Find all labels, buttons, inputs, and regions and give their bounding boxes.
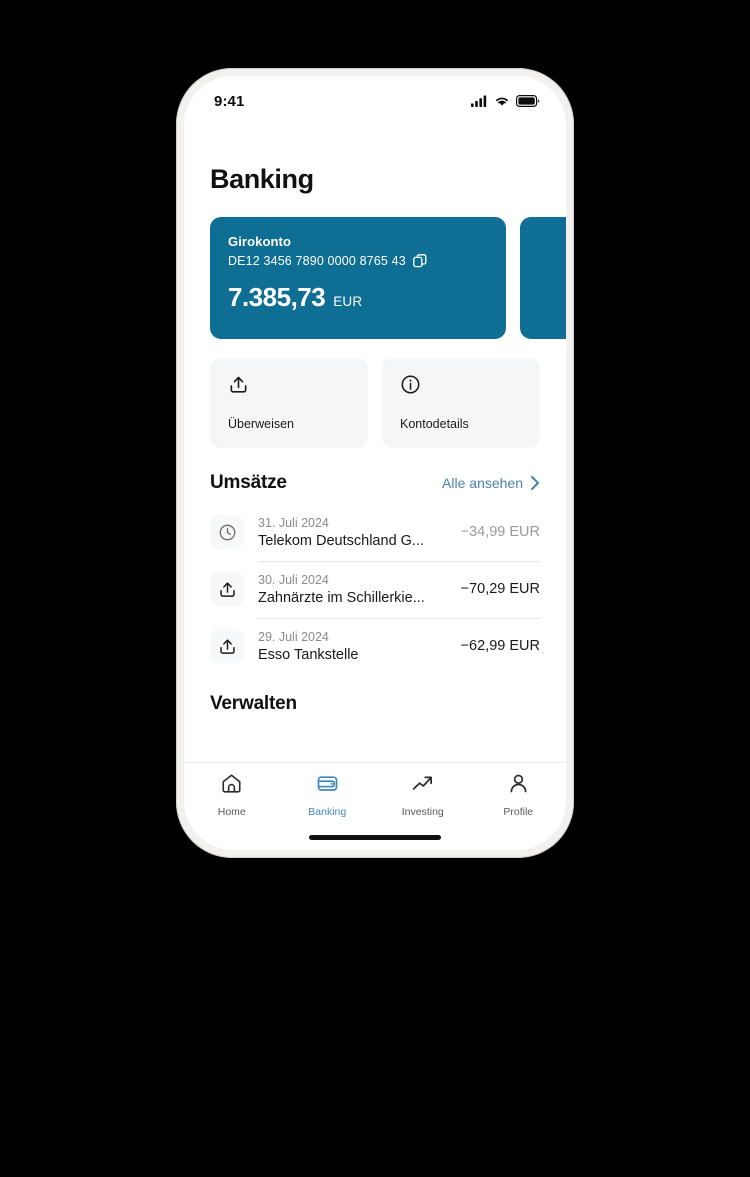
account-name: Girokonto bbox=[228, 234, 292, 249]
share-export-icon bbox=[210, 629, 244, 663]
account-balance-row: 7.385,73 EUR bbox=[228, 282, 488, 313]
bottom-tab-bar: Home Banking Investing Profile bbox=[184, 762, 566, 824]
home-icon bbox=[220, 772, 243, 800]
share-export-icon bbox=[210, 572, 244, 606]
tab-banking[interactable]: Banking bbox=[280, 772, 376, 818]
table-row[interactable]: 31. Juli 2024 Telekom Deutschland G... −… bbox=[210, 504, 540, 561]
tab-label: Banking bbox=[308, 806, 347, 818]
account-iban: DE12 3456 7890 0000 8765 43 bbox=[228, 254, 406, 268]
action-tile-kontodetails[interactable]: Kontodetails bbox=[382, 358, 540, 448]
tab-label: Investing bbox=[401, 806, 444, 818]
app-screen: 9:41 Banking Girokonto DE12 3456 7890 00… bbox=[184, 76, 566, 850]
account-iban-row[interactable]: DE12 3456 7890 0000 8765 43 bbox=[228, 254, 488, 268]
transaction-main: 29. Juli 2024 Esso Tankstelle bbox=[258, 630, 447, 663]
tab-label: Home bbox=[217, 806, 246, 818]
phone-frame: 9:41 Banking Girokonto DE12 3456 7890 00… bbox=[176, 68, 574, 858]
transaction-main: 30. Juli 2024 Zahnärzte im Schillerkie..… bbox=[258, 573, 447, 606]
info-circle-icon bbox=[400, 374, 540, 398]
person-icon bbox=[507, 772, 530, 800]
action-label: Kontodetails bbox=[400, 417, 469, 431]
status-time: 9:41 bbox=[214, 92, 245, 110]
table-row[interactable]: 30. Juli 2024 Zahnärzte im Schillerkie..… bbox=[210, 561, 540, 618]
share-export-icon bbox=[228, 374, 368, 398]
see-all-transactions-link[interactable]: Alle ansehen bbox=[442, 475, 540, 491]
transaction-amount: −70,29 EUR bbox=[460, 581, 540, 597]
account-card-girokonto[interactable]: Girokonto DE12 3456 7890 0000 8765 43 7.… bbox=[210, 217, 506, 339]
phone-bezel: 9:41 Banking Girokonto DE12 3456 7890 00… bbox=[184, 76, 566, 850]
transaction-date: 31. Juli 2024 bbox=[258, 515, 329, 530]
account-balance: 7.385,73 bbox=[228, 282, 326, 312]
transaction-main: 31. Juli 2024 Telekom Deutschland G... bbox=[258, 516, 447, 549]
section-title-umsaetze: Umsätze bbox=[210, 472, 287, 493]
transactions-section-header: Umsätze Alle ansehen bbox=[184, 448, 566, 494]
copy-icon[interactable] bbox=[412, 254, 427, 268]
quick-actions-row: Überweisen Kontodetails bbox=[184, 339, 566, 448]
home-indicator-bar[interactable] bbox=[309, 834, 441, 840]
transaction-name: Zahnärzte im Schillerkie... bbox=[258, 589, 425, 606]
see-all-label: Alle ansehen bbox=[442, 475, 523, 491]
tab-investing[interactable]: Investing bbox=[375, 772, 471, 818]
chevron-right-icon bbox=[531, 476, 539, 490]
wallet-icon bbox=[316, 772, 339, 800]
transaction-amount: −34,99 EUR bbox=[460, 524, 540, 540]
page-title: Banking bbox=[210, 164, 314, 194]
tab-label: Profile bbox=[503, 806, 534, 818]
signal-icon bbox=[471, 95, 487, 107]
transaction-amount: −62,99 EUR bbox=[460, 638, 540, 654]
account-card-carousel[interactable]: Girokonto DE12 3456 7890 0000 8765 43 7.… bbox=[184, 195, 566, 339]
trending-up-icon bbox=[411, 772, 434, 800]
tab-home[interactable]: Home bbox=[184, 772, 280, 818]
status-bar: 9:41 bbox=[184, 76, 566, 120]
clock-icon bbox=[210, 515, 244, 549]
table-row[interactable]: 29. Juli 2024 Esso Tankstelle −62,99 EUR bbox=[210, 618, 540, 675]
action-tile-ueberweisen[interactable]: Überweisen bbox=[210, 358, 368, 448]
status-icons bbox=[471, 95, 540, 107]
section-title-verwalten: Verwalten bbox=[210, 693, 297, 714]
scroll-content[interactable]: Banking Girokonto DE12 3456 7890 0000 87… bbox=[184, 120, 566, 762]
wifi-icon bbox=[496, 97, 508, 106]
account-card-next-peek[interactable] bbox=[520, 217, 566, 339]
home-indicator bbox=[184, 824, 566, 850]
account-currency: EUR bbox=[333, 294, 363, 309]
action-label: Überweisen bbox=[228, 417, 295, 431]
transaction-list: 31. Juli 2024 Telekom Deutschland G... −… bbox=[184, 494, 566, 675]
tab-profile[interactable]: Profile bbox=[471, 772, 567, 818]
transaction-date: 29. Juli 2024 bbox=[258, 629, 329, 644]
transaction-date: 30. Juli 2024 bbox=[258, 572, 329, 587]
battery-icon bbox=[516, 95, 540, 107]
transaction-name: Esso Tankstelle bbox=[258, 646, 359, 663]
transaction-name: Telekom Deutschland G... bbox=[258, 532, 425, 549]
